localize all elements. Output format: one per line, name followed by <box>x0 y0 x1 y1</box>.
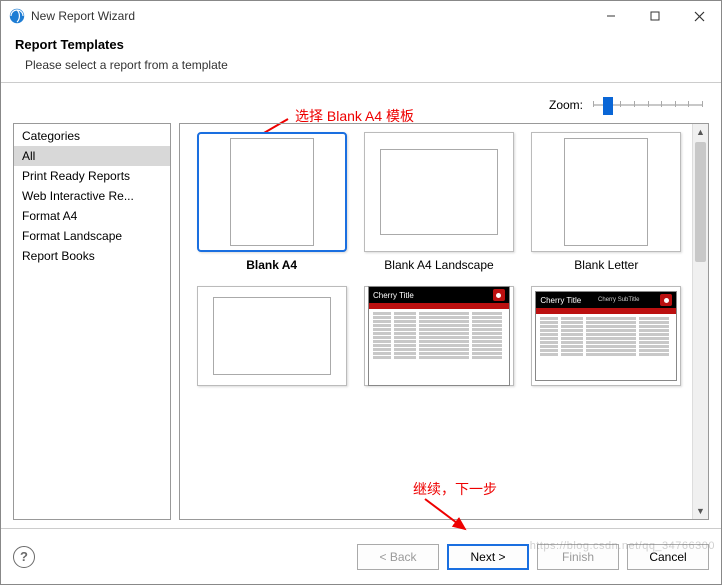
help-icon[interactable]: ? <box>13 546 35 568</box>
categories-header: Categories <box>14 126 170 146</box>
minimize-button[interactable] <box>589 1 633 31</box>
template-thumb: Cherry Title <box>364 286 514 386</box>
template-blank-a4[interactable]: Blank A4 <box>190 132 353 280</box>
close-button[interactable] <box>677 1 721 31</box>
category-item-report-books[interactable]: Report Books <box>14 246 170 266</box>
category-item-format-a4[interactable]: Format A4 <box>14 206 170 226</box>
category-item-all[interactable]: All <box>14 146 170 166</box>
zoom-label: Zoom: <box>549 98 583 112</box>
page-subtitle: Please select a report from a template <box>25 58 707 72</box>
cherry-title: Cherry Title <box>540 296 581 305</box>
template-thumb: Cherry TitleCherry SubTitle <box>531 286 681 386</box>
template-cherry-landscape[interactable]: Cherry TitleCherry SubTitle <box>525 286 688 386</box>
zoom-slider-thumb[interactable] <box>603 97 613 115</box>
window-title: New Report Wizard <box>31 9 589 23</box>
maximize-button[interactable] <box>633 1 677 31</box>
scroll-up-arrow-icon[interactable]: ▲ <box>693 124 708 140</box>
wizard-window: New Report Wizard Report Templates Pleas… <box>0 0 722 585</box>
back-button[interactable]: < Back <box>357 544 439 570</box>
cherry-title: Cherry Title <box>373 291 414 300</box>
scrollbar-thumb[interactable] <box>695 142 706 262</box>
scroll-down-arrow-icon[interactable]: ▼ <box>693 503 708 519</box>
zoom-slider[interactable] <box>593 95 703 115</box>
wizard-footer: ? < Back Next > Finish Cancel <box>1 528 721 584</box>
template-blank-a4-landscape[interactable]: Blank A4 Landscape <box>357 132 520 280</box>
annotation-text-2: 继续，下一步 <box>413 479 497 499</box>
next-button[interactable]: Next > <box>447 544 529 570</box>
template-thumb <box>197 132 347 252</box>
wizard-body: Categories All Print Ready Reports Web I… <box>1 123 721 528</box>
category-item-format-landscape[interactable]: Format Landscape <box>14 226 170 246</box>
watermark: https://blog.csdn.net/qq_34766300 <box>530 540 715 552</box>
template-gallery: Blank A4 Blank A4 Landscape Blank Letter <box>179 123 709 520</box>
template-thumb <box>531 132 681 252</box>
gallery-scrollbar[interactable]: ▲ ▼ <box>692 124 708 519</box>
template-blank-landscape-2[interactable] <box>190 286 353 386</box>
titlebar: New Report Wizard <box>1 1 721 31</box>
cherry-logo-icon <box>493 289 505 301</box>
cherry-logo-icon <box>660 294 672 306</box>
categories-panel: Categories All Print Ready Reports Web I… <box>13 123 171 520</box>
page-title: Report Templates <box>15 37 707 52</box>
template-thumb <box>197 286 347 386</box>
template-label: Blank A4 Landscape <box>384 258 493 272</box>
wizard-header: Report Templates Please select a report … <box>1 31 721 83</box>
template-label: Blank Letter <box>574 258 638 272</box>
template-blank-letter[interactable]: Blank Letter <box>525 132 688 280</box>
template-gallery-viewport: Blank A4 Blank A4 Landscape Blank Letter <box>180 124 692 519</box>
template-label: Blank A4 <box>246 258 297 272</box>
category-item-web-interactive[interactable]: Web Interactive Re... <box>14 186 170 206</box>
app-icon <box>9 8 25 24</box>
category-item-print-ready[interactable]: Print Ready Reports <box>14 166 170 186</box>
template-thumb <box>364 132 514 252</box>
template-cherry[interactable]: Cherry Title <box>357 286 520 386</box>
